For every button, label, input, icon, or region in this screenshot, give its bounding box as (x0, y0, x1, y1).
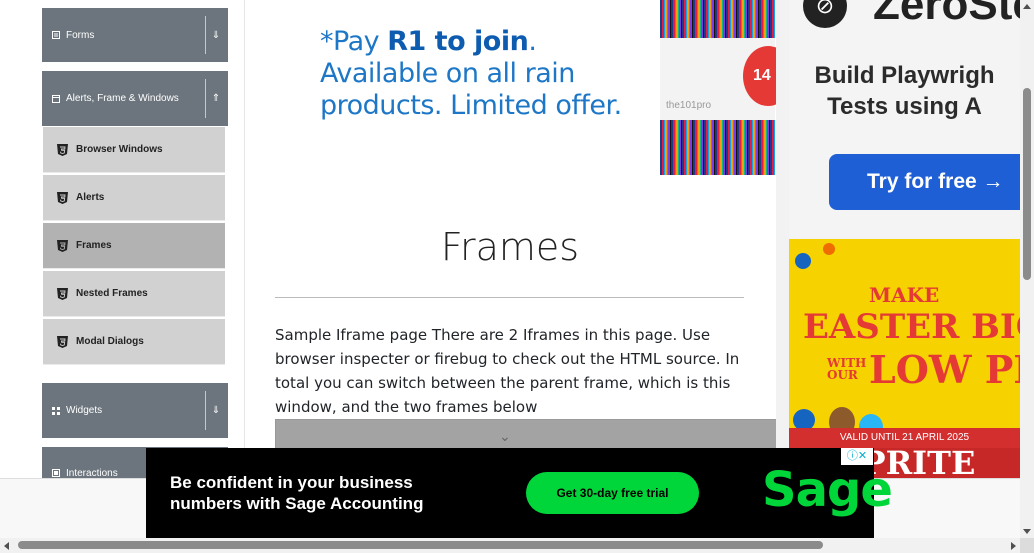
ad-line: EASTER BIGG (803, 307, 1020, 347)
decor-shape (823, 243, 835, 255)
sidebar-item-alerts[interactable]: Alerts (43, 175, 225, 221)
scroll-down-icon[interactable] (1023, 529, 1031, 534)
ad-sage[interactable]: Be confident in your business numbers wit… (146, 448, 893, 538)
sidebar-item-modal-dialogs[interactable]: Modal Dialogs (43, 319, 225, 365)
scroll-up-icon[interactable] (1023, 4, 1031, 9)
window-icon (52, 94, 60, 103)
grid-icon (52, 406, 60, 415)
html5-icon (57, 143, 68, 156)
page: Forms ⇓ Alerts, Frame & Windows ⇑ Browse… (0, 0, 1020, 538)
ad-easter[interactable]: MAKE EASTER BIGG WITH OUR LOW PRIC VALID… (789, 239, 1020, 478)
sidebar-item-nested-frames[interactable]: Nested Frames (43, 271, 225, 317)
ad-image-band: the101pro 14 (660, 38, 793, 120)
free-trial-button[interactable]: Get 30-day free trial (526, 472, 699, 514)
sidebar-group-alerts-frame-windows[interactable]: Alerts, Frame & Windows ⇑ (42, 71, 228, 126)
main-content: *Pay R1 to join. Available on all rain p… (245, 0, 793, 478)
sidebar-group-label: Alerts, Frame & Windows (66, 93, 179, 104)
scrollbar-thumb[interactable] (18, 541, 823, 549)
sidebar-item-label: Frames (76, 240, 112, 251)
chevron-down-icon: ⌄ (499, 428, 511, 444)
sidebar-group-label: Forms (66, 29, 95, 41)
html5-icon (57, 191, 68, 204)
chevron-down-icon[interactable]: ⇓ (210, 405, 222, 416)
ad-brand: the101pro (666, 100, 712, 111)
html5-icon (57, 335, 68, 348)
ad-banner-top[interactable]: *Pay R1 to join. Available on all rain p… (300, 0, 793, 175)
sidebar-item-frames[interactable]: Frames (43, 223, 225, 269)
ad-image: the101pro 14 (660, 0, 793, 175)
ad-line: MAKE (869, 283, 940, 307)
ad-line: LOW PRIC (869, 347, 1020, 392)
sidebar: Forms ⇓ Alerts, Frame & Windows ⇑ Browse… (26, 0, 245, 502)
chevron-up-icon[interactable]: ⇑ (210, 93, 222, 104)
sage-logo: Sage (762, 462, 893, 518)
sidebar-item-browser-windows[interactable]: Browser Windows (43, 127, 225, 173)
decor-shape (795, 253, 811, 269)
scroll-right-icon[interactable] (1011, 542, 1016, 550)
html5-icon (57, 287, 68, 300)
ad-headline: *Pay R1 to join. Available on all rain p… (320, 26, 622, 121)
left-gutter (0, 0, 26, 538)
zerostep-logo-icon: ⊘ (803, 0, 847, 28)
ad-zerostep[interactable]: ⊘ ZeroSte Build PlaywrighTests using A T… (789, 0, 1020, 238)
sidebar-group-label: Widgets (66, 405, 103, 416)
try-for-free-button[interactable]: Try for free → (829, 154, 1020, 210)
interaction-icon (52, 469, 60, 477)
html5-icon (57, 239, 68, 252)
divider (275, 297, 744, 298)
sidebar-group-widgets[interactable]: Widgets ⇓ (42, 383, 228, 438)
ad-headline: Be confident in your business numbers wit… (170, 473, 424, 513)
ad-line: WITH OUR (827, 356, 867, 382)
vertical-scrollbar[interactable] (1020, 0, 1034, 538)
page-description: Sample Iframe page There are 2 Iframes i… (275, 326, 740, 416)
sidebar-item-label: Alerts (76, 192, 105, 203)
scrollbar-corner (1020, 538, 1034, 553)
sidebar-item-label: Nested Frames (76, 288, 148, 299)
scroll-left-icon[interactable] (4, 542, 9, 550)
sidebar-item-label: Modal Dialogs (76, 336, 144, 347)
ad-tagline: Build Playwrigh Tests using A (814, 62, 995, 120)
adchoices-close-icon[interactable]: ⓘ✕ (841, 448, 873, 465)
scrollbar-thumb[interactable] (1023, 88, 1031, 280)
divider (205, 79, 206, 118)
divider (205, 16, 206, 54)
sidebar-group-forms[interactable]: Forms ⇓ (42, 8, 228, 62)
divider (205, 391, 206, 430)
horizontal-scrollbar[interactable] (0, 538, 1020, 553)
form-icon (52, 31, 60, 39)
sidebar-item-label: Browser Windows (76, 144, 163, 155)
ad-logo-text: ZeroSte (873, 0, 1020, 29)
right-ad-column: ⊘ ZeroSte Build PlaywrighTests using A T… (776, 0, 1020, 478)
chevron-down-icon[interactable]: ⇓ (210, 30, 222, 41)
page-title: Frames (440, 225, 580, 269)
